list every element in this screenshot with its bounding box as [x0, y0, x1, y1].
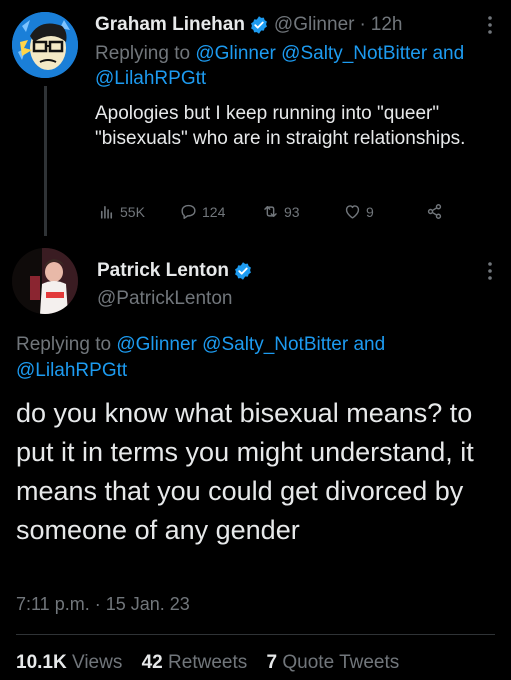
tweet-2-stats: 10.1K Views 42 Retweets 7 Quote Tweets	[16, 652, 413, 674]
tweet-2-handle[interactable]: @PatrickLenton	[97, 288, 253, 310]
retweet-action[interactable]: 93	[261, 202, 300, 221]
separator-dot: ·	[94, 594, 101, 614]
like-action[interactable]: 9	[343, 202, 374, 221]
avatar-patrick-lenton[interactable]	[12, 248, 78, 314]
tweet-2-date: 15 Jan. 23	[105, 594, 190, 614]
replying-prefix: Replying to	[95, 43, 191, 64]
reply-icon	[181, 204, 196, 219]
quotes-stat[interactable]: 7 Quote Tweets	[267, 652, 400, 673]
tweet-2-time: 7:11 p.m.	[16, 594, 90, 614]
views-count: 55K	[120, 203, 145, 220]
retweet-icon	[264, 206, 277, 217]
share-icon	[427, 204, 442, 219]
more-options-icon[interactable]	[487, 14, 493, 36]
tweet-2-header: Patrick Lenton @PatrickLenton	[97, 258, 253, 310]
share-action[interactable]	[425, 202, 448, 221]
tweet-1-header: Graham Linehan @Glinner · 12h	[95, 12, 491, 38]
tweet-2-text: do you know what bisexual means? to put …	[16, 398, 474, 545]
tweet-2-replying-to: Replying to @Glinner @Salty_NotBitter an…	[16, 332, 456, 384]
views-stat[interactable]: 10.1K Views	[16, 652, 122, 673]
tweet-1-replying-to: Replying to @Glinner @Salty_NotBitter an…	[95, 41, 491, 91]
tweet-2-author-name[interactable]: Patrick Lenton	[97, 260, 229, 282]
retweets-stat-count: 42	[141, 652, 163, 673]
reply-count: 124	[202, 203, 226, 220]
analytics-icon	[100, 205, 113, 219]
replying-prefix: Replying to	[16, 334, 112, 355]
tweet-1-author-name[interactable]: Graham Linehan	[95, 14, 245, 36]
retweets-stat-label: Retweets	[168, 652, 248, 673]
reply-action[interactable]: 124	[179, 202, 225, 221]
mention-lilahrpgtt[interactable]: @LilahRPGtt	[95, 68, 206, 89]
views-stat-count: 10.1K	[16, 652, 67, 673]
tweet-1-time[interactable]: 12h	[371, 14, 403, 36]
tweet-1-text: Apologies but I keep running into "queer…	[95, 103, 466, 149]
quotes-stat-count: 7	[266, 652, 278, 673]
more-options-icon[interactable]	[487, 260, 493, 282]
replying-and: and	[432, 43, 465, 64]
avatar-graham-linehan[interactable]	[12, 12, 78, 78]
thread-connector	[44, 86, 47, 236]
views-action[interactable]: 55K	[97, 202, 145, 221]
verified-badge-icon	[233, 261, 253, 281]
mention-lilahrpgtt[interactable]: @LilahRPGtt	[16, 360, 127, 381]
tweet-1-actions: 55K 124 93 9	[95, 200, 465, 224]
like-count: 9	[366, 203, 374, 220]
tweet-1-body: Graham Linehan @Glinner · 12h Replying t…	[95, 12, 491, 151]
divider	[16, 634, 495, 635]
views-stat-label: Views	[71, 652, 123, 673]
retweets-stat[interactable]: 42 Retweets	[142, 652, 248, 673]
tweet-2-timestamp[interactable]: 7:11 p.m. · 15 Jan. 23	[16, 594, 190, 615]
mention-salty-notbitter[interactable]: @Salty_NotBitter	[281, 43, 427, 64]
replying-and: and	[353, 334, 386, 355]
mention-glinner[interactable]: @Glinner	[116, 334, 197, 355]
mention-glinner[interactable]: @Glinner	[195, 43, 276, 64]
tweet-1-handle[interactable]: @Glinner	[274, 14, 355, 36]
quotes-stat-label: Quote Tweets	[282, 652, 400, 673]
separator-dot: ·	[359, 14, 366, 35]
heart-icon	[345, 205, 360, 219]
retweet-count: 93	[284, 203, 300, 220]
mention-salty-notbitter[interactable]: @Salty_NotBitter	[202, 334, 348, 355]
verified-badge-icon	[249, 15, 269, 35]
